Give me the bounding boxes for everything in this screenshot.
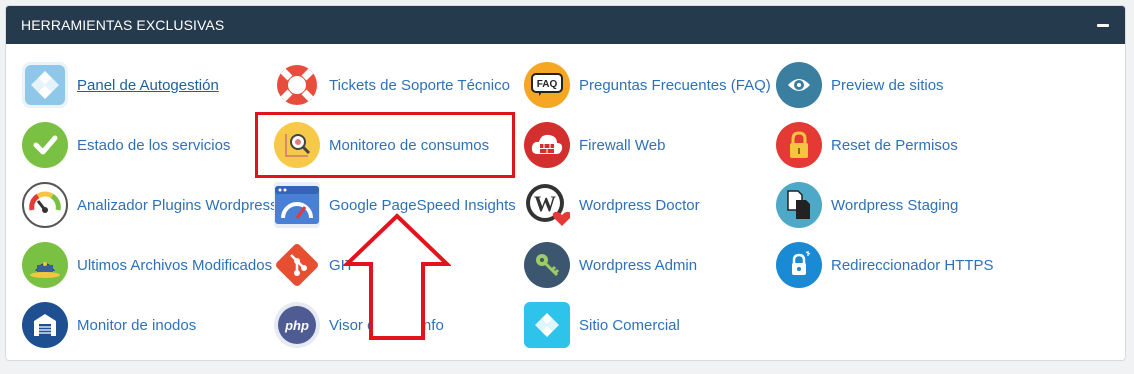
tool-label: Analizador Plugins Wordpress — [77, 196, 278, 214]
faq-icon: FAQ — [524, 62, 570, 108]
tool-label: Estado de los servicios — [77, 136, 231, 154]
tool-label: Wordpress Doctor — [579, 196, 700, 214]
tool-git[interactable]: GIT — [274, 241, 354, 289]
tool-label: Wordpress Staging — [831, 196, 959, 214]
up-arrow-annotation — [343, 213, 451, 340]
tool-wordpress-admin[interactable]: Wordpress Admin — [524, 241, 697, 289]
gauge-icon — [22, 182, 68, 228]
tool-estado-servicios[interactable]: Estado de los servicios — [22, 121, 230, 169]
pagespeed-icon — [274, 182, 320, 228]
staging-files-icon — [776, 182, 822, 228]
panel-header: HERRAMIENTAS EXCLUSIVAS — [6, 6, 1125, 44]
tool-faq[interactable]: FAQ Preguntas Frecuentes (FAQ) — [524, 61, 771, 109]
highlight-box — [255, 112, 515, 178]
key-icon — [524, 242, 570, 288]
tool-label: Redireccionador HTTPS — [831, 256, 994, 274]
files-stack-icon — [22, 242, 68, 288]
git-icon — [274, 242, 320, 288]
collapse-icon[interactable] — [1097, 23, 1109, 27]
svg-text:W: W — [534, 191, 556, 216]
tool-label: Sitio Comercial — [579, 316, 680, 334]
tool-ultimos-archivos[interactable]: Ultimos Archivos Modificados — [22, 241, 272, 289]
warehouse-icon — [22, 302, 68, 348]
tool-label: Preguntas Frecuentes (FAQ) — [579, 76, 771, 94]
tool-label: Reset de Permisos — [831, 136, 958, 154]
tool-label: Preview de sitios — [831, 76, 944, 94]
svg-text:FAQ: FAQ — [537, 79, 558, 90]
tool-label: Monitor de inodos — [77, 316, 197, 334]
tool-reset-permisos[interactable]: Reset de Permisos — [776, 121, 958, 169]
check-icon — [22, 122, 68, 168]
tool-preview-sitios[interactable]: Preview de sitios — [776, 61, 944, 109]
lifebuoy-icon — [274, 62, 320, 108]
tool-panel-autogestion[interactable]: Panel de Autogestión — [22, 61, 219, 109]
diamond-icon — [524, 302, 570, 348]
tool-analizador-plugins[interactable]: Analizador Plugins Wordpress — [22, 181, 278, 229]
tool-tickets-soporte[interactable]: Tickets de Soporte Técnico — [274, 61, 510, 109]
tool-sitio-comercial[interactable]: Sitio Comercial — [524, 301, 680, 349]
https-lock-icon — [776, 242, 822, 288]
tool-wordpress-doctor[interactable]: W Wordpress Doctor — [524, 181, 700, 229]
svg-text:php: php — [284, 318, 309, 333]
tool-wordpress-staging[interactable]: Wordpress Staging — [776, 181, 958, 229]
firewall-cloud-icon — [524, 122, 570, 168]
tool-label: Google PageSpeed Insights — [329, 196, 516, 214]
autogestion-icon — [22, 62, 68, 108]
eye-icon — [776, 62, 822, 108]
php-icon: php — [274, 302, 320, 348]
tool-label: Ultimos Archivos Modificados — [77, 256, 273, 274]
tool-label: Wordpress Admin — [579, 256, 698, 274]
tool-monitor-inodos[interactable]: Monitor de inodos — [22, 301, 196, 349]
tool-label: Tickets de Soporte Técnico — [329, 76, 510, 94]
tool-redireccionador-https[interactable]: Redireccionador HTTPS — [776, 241, 994, 289]
padlock-icon — [776, 122, 822, 168]
wordpress-heart-icon: W — [524, 182, 570, 228]
tool-firewall-web[interactable]: Firewall Web — [524, 121, 665, 169]
tool-label: Firewall Web — [579, 136, 666, 154]
tool-label: Panel de Autogestión — [77, 76, 219, 94]
panel-title: HERRAMIENTAS EXCLUSIVAS — [21, 17, 225, 33]
